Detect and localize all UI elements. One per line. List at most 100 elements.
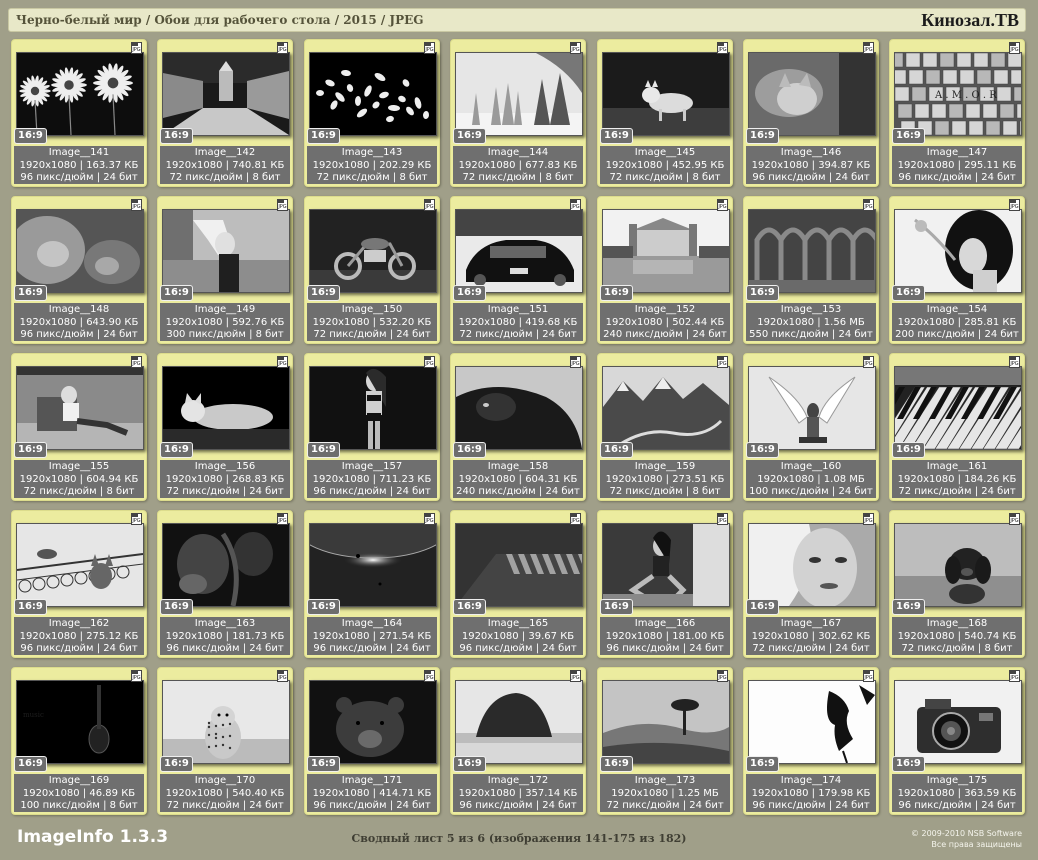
image-card[interactable]: JPG 16:9 Image__149 1920x1080 | 592.76 КБ 30… xyxy=(157,196,293,344)
image-dpi-depth: 200 пикс/дюйм | 24 бит xyxy=(895,329,1019,340)
thumbnail-man-chair[interactable] xyxy=(16,366,144,450)
aspect-ratio-badge: 16:9 xyxy=(746,128,779,144)
image-card[interactable]: JPG 16:9 Image__155 1920x1080 | 604.94 КБ 72… xyxy=(11,353,147,501)
thumbnail-bear[interactable] xyxy=(309,680,437,764)
image-info: Image__161 1920x1080 | 184.26 КБ 72 пикс/д… xyxy=(892,460,1022,498)
image-dpi-depth: 550 пикс/дюйм | 24 бит xyxy=(749,329,873,340)
thumbnail-keys-closeup[interactable] xyxy=(455,523,583,607)
thumbnail-sea-rock[interactable] xyxy=(455,680,583,764)
image-card[interactable]: JPG 16:9 Image__171 1920x1080 | 414.71 КБ 96… xyxy=(304,667,440,815)
thumbnail-piano-keys[interactable] xyxy=(894,366,1022,450)
jpeg-file-icon: JPG xyxy=(717,42,728,54)
thumbnail-lone-tree[interactable] xyxy=(602,680,730,764)
aspect-ratio-badge: 16:9 xyxy=(160,285,193,301)
image-name: Image__158 xyxy=(487,461,549,472)
image-card[interactable]: JPG 16:9 Image__174 1920x1080 | 179.98 КБ 96… xyxy=(743,667,879,815)
image-info: Image__175 1920x1080 | 363.59 КБ 96 пикс/д… xyxy=(892,774,1022,812)
breadcrumb: Черно-белый мир / Обои для рабочего стол… xyxy=(16,13,424,27)
image-card[interactable]: JPG 16:9 Image__153 1920x1080 | 1.56 МБ 550 … xyxy=(743,196,879,344)
thumbnail-dark-figures[interactable] xyxy=(162,523,290,607)
image-resolution-size: 1920x1080 | 604.31 КБ xyxy=(458,473,578,485)
image-name: Image__166 xyxy=(634,618,696,629)
image-dpi-depth: 72 пикс/дюйм | 24 бит xyxy=(313,329,431,340)
thumbnail-horse[interactable] xyxy=(455,366,583,450)
image-card[interactable]: JPG 16:9 Image__160 1920x1080 | 1.08 МБ 100 … xyxy=(743,353,879,501)
image-card[interactable]: JPG 16:9 Image__168 1920x1080 | 540.74 КБ 72… xyxy=(889,510,1025,658)
thumbnail-sports-car[interactable] xyxy=(455,209,583,293)
aspect-ratio-badge: 16:9 xyxy=(453,128,486,144)
image-card[interactable]: A . M . O . R JPG 16:9 Image__147 1920x1080 … xyxy=(889,39,1025,187)
image-card[interactable]: JPG 16:9 Image__164 1920x1080 | 271.54 КБ 96… xyxy=(304,510,440,658)
image-card[interactable]: JPG 16:9 Image__172 1920x1080 | 357.14 КБ 96… xyxy=(450,667,586,815)
image-card[interactable]: JPG 16:9 Image__151 1920x1080 | 419.68 КБ 72… xyxy=(450,196,586,344)
thumbnail-lying-cat[interactable] xyxy=(162,366,290,450)
image-resolution-size: 1920x1080 | 202.29 КБ xyxy=(312,159,432,171)
thumbnail-face-portrait[interactable] xyxy=(748,523,876,607)
image-dpi-depth: 72 пикс/дюйм | 24 бит xyxy=(606,800,724,811)
image-resolution-size: 1920x1080 | 39.67 КБ xyxy=(461,630,575,642)
image-card[interactable]: JPG 16:9 Image__163 1920x1080 | 181.73 КБ 96… xyxy=(157,510,293,658)
image-card[interactable]: JPG 16:9 Image__175 1920x1080 | 363.59 КБ 96… xyxy=(889,667,1025,815)
image-card[interactable]: JPG 16:9 Image__148 1920x1080 | 643.90 КБ 96… xyxy=(11,196,147,344)
image-card[interactable]: JPG 16:9 Image__156 1920x1080 | 268.83 КБ 72… xyxy=(157,353,293,501)
jpeg-file-icon: JPG xyxy=(277,356,288,368)
thumbnail-blonde-girl[interactable] xyxy=(162,209,290,293)
image-card[interactable]: music JPG 16:9 Image__169 1920x1080 | 46.89 … xyxy=(11,667,147,815)
image-card[interactable]: JPG 16:9 Image__157 1920x1080 | 711.23 КБ 96… xyxy=(304,353,440,501)
image-card[interactable]: JPG 16:9 Image__170 1920x1080 | 540.40 КБ 72… xyxy=(157,667,293,815)
image-card[interactable]: JPG 16:9 Image__165 1920x1080 | 39.67 КБ 96 … xyxy=(450,510,586,658)
thumbnail-motorcycle[interactable] xyxy=(309,209,437,293)
image-dpi-depth: 96 пикс/дюйм | 24 бит xyxy=(313,800,431,811)
image-name: Image__174 xyxy=(780,775,842,786)
thumbnail-mountain-river[interactable] xyxy=(602,366,730,450)
image-card[interactable]: JPG 16:9 Image__173 1920x1080 | 1.25 МБ 72 п… xyxy=(597,667,733,815)
image-card[interactable]: JPG 16:9 Image__145 1920x1080 | 452.95 КБ 72… xyxy=(597,39,733,187)
image-name: Image__170 xyxy=(194,775,256,786)
image-info: Image__155 1920x1080 | 604.94 КБ 72 пикс/д… xyxy=(14,460,144,498)
aspect-ratio-badge: 16:9 xyxy=(160,128,193,144)
thumbnail-palace-street[interactable] xyxy=(162,52,290,136)
image-card[interactable]: JPG 16:9 Image__142 1920x1080 | 740.81 КБ 72… xyxy=(157,39,293,187)
image-card[interactable]: JPG 16:9 Image__150 1920x1080 | 532.20 КБ 72… xyxy=(304,196,440,344)
thumbnail-letter-tiles[interactable]: A . M . O . R xyxy=(894,52,1022,136)
image-resolution-size: 1920x1080 | 643.90 КБ xyxy=(19,316,139,328)
thumbnail-planet-glow[interactable] xyxy=(309,523,437,607)
thumbnail-camera[interactable] xyxy=(894,680,1022,764)
thumbnail-ink-sketch[interactable] xyxy=(748,680,876,764)
thumbnail-castle-lake[interactable] xyxy=(602,209,730,293)
jpeg-file-icon: JPG xyxy=(570,356,581,368)
aspect-ratio-badge: 16:9 xyxy=(307,756,340,772)
image-card[interactable]: JPG 16:9 Image__166 1920x1080 | 181.00 КБ 96… xyxy=(597,510,733,658)
thumbnail-wolf[interactable] xyxy=(602,52,730,136)
image-name: Image__160 xyxy=(780,461,842,472)
thumbnail-smoking-woman[interactable] xyxy=(894,209,1022,293)
aspect-ratio-badge: 16:9 xyxy=(307,285,340,301)
image-card[interactable]: JPG 16:9 Image__162 1920x1080 | 275.12 КБ 96… xyxy=(11,510,147,658)
thumbnail-woman-sitting[interactable] xyxy=(602,523,730,607)
image-card[interactable]: JPG 16:9 Image__144 1920x1080 | 677.83 КБ 72… xyxy=(450,39,586,187)
image-dpi-depth: 96 пикс/дюйм | 24 бит xyxy=(752,800,870,811)
thumbnail-puppy[interactable] xyxy=(894,523,1022,607)
jpeg-file-icon: JPG xyxy=(1009,42,1020,54)
image-name: Image__145 xyxy=(634,147,696,158)
image-card[interactable]: JPG 16:9 Image__167 1920x1080 | 302.62 КБ 72… xyxy=(743,510,879,658)
image-card[interactable]: JPG 16:9 Image__154 1920x1080 | 285.81 КБ 20… xyxy=(889,196,1025,344)
thumbnail-kitten[interactable] xyxy=(748,52,876,136)
image-card[interactable]: JPG 16:9 Image__146 1920x1080 | 394.87 КБ 96… xyxy=(743,39,879,187)
image-card[interactable]: JPG 16:9 Image__161 1920x1080 | 184.26 КБ 72… xyxy=(889,353,1025,501)
thumbnail-falling-discs[interactable] xyxy=(309,52,437,136)
image-card[interactable]: JPG 16:9 Image__141 1920x1080 | 163.37 КБ 96… xyxy=(11,39,147,187)
thumbnail-lions[interactable] xyxy=(16,209,144,293)
thumbnail-woman-standing[interactable] xyxy=(309,366,437,450)
image-card[interactable]: JPG 16:9 Image__159 1920x1080 | 273.51 КБ 72… xyxy=(597,353,733,501)
thumbnail-daisies[interactable] xyxy=(16,52,144,136)
thumbnail-snowy-forest[interactable] xyxy=(455,52,583,136)
thumbnail-ruins[interactable] xyxy=(748,209,876,293)
image-card[interactable]: JPG 16:9 Image__143 1920x1080 | 202.29 КБ 72… xyxy=(304,39,440,187)
thumbnail-cheetah[interactable] xyxy=(162,680,290,764)
thumbnail-violin[interactable]: music xyxy=(16,680,144,764)
image-card[interactable]: JPG 16:9 Image__158 1920x1080 | 604.31 КБ 24… xyxy=(450,353,586,501)
thumbnail-winged-figure[interactable] xyxy=(748,366,876,450)
image-card[interactable]: JPG 16:9 Image__152 1920x1080 | 502.44 КБ 24… xyxy=(597,196,733,344)
thumbnail-cats-railing[interactable] xyxy=(16,523,144,607)
